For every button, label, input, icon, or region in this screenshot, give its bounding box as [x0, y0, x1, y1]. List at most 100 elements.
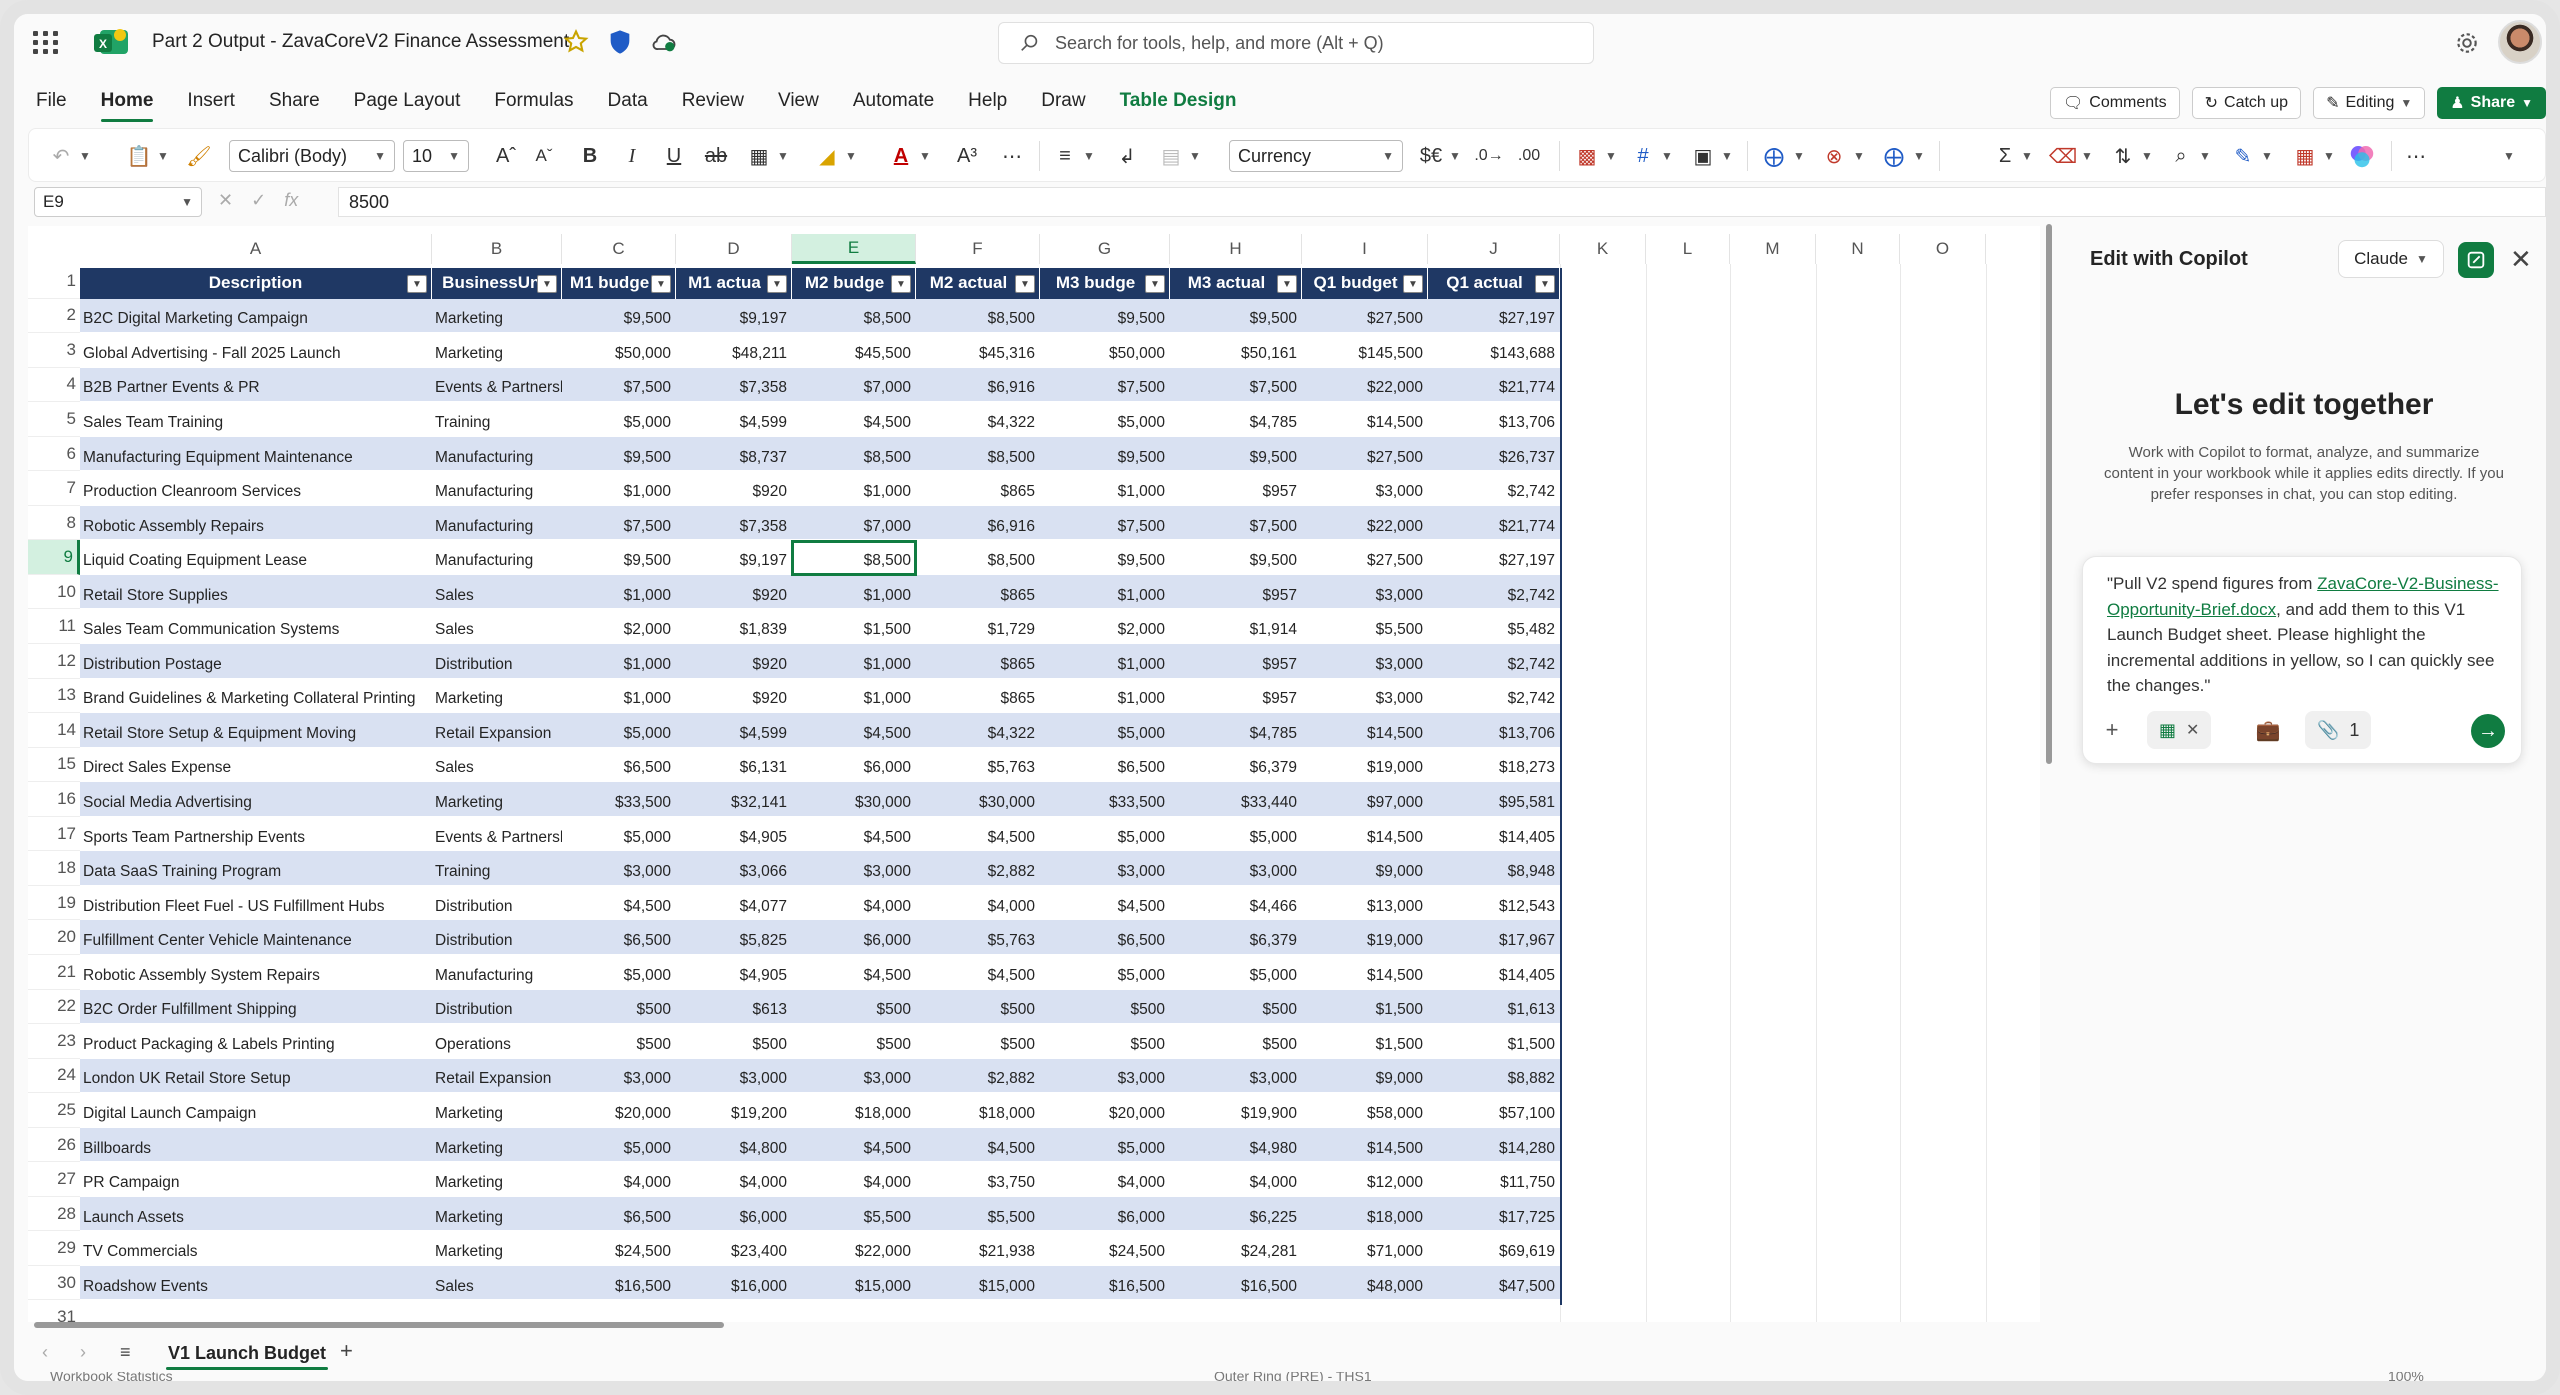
- table-cell[interactable]: $7,500: [562, 376, 676, 403]
- table-cell[interactable]: $27,197: [1428, 307, 1560, 334]
- row-header-4[interactable]: 4: [28, 368, 80, 403]
- settings-gear-icon[interactable]: [2454, 30, 2480, 56]
- table-cell[interactable]: $33,500: [562, 790, 676, 817]
- table-cell[interactable]: $4,905: [676, 825, 792, 852]
- table-cell[interactable]: Marketing: [432, 790, 562, 817]
- table-cell[interactable]: $16,000: [676, 1274, 792, 1301]
- table-cell[interactable]: $1,000: [562, 652, 676, 679]
- tab-automate[interactable]: Automate: [853, 90, 934, 120]
- chevron-down-icon[interactable]: ▼: [2079, 140, 2095, 172]
- table-cell[interactable]: $71,000: [1302, 1239, 1428, 1266]
- table-cell[interactable]: $4,599: [676, 721, 792, 748]
- autosum-icon[interactable]: Σ: [1991, 140, 2019, 172]
- table-cell[interactable]: $7,500: [1040, 376, 1170, 403]
- table-cell[interactable]: B2B Partner Events & PR: [80, 376, 432, 403]
- table-cell[interactable]: $95,581: [1428, 790, 1560, 817]
- table-cell[interactable]: $32,141: [676, 790, 792, 817]
- chevron-down-icon[interactable]: ▼: [2321, 140, 2337, 172]
- table-cell[interactable]: $8,500: [792, 307, 916, 334]
- filter-dropdown-icon[interactable]: ▼: [1145, 275, 1165, 293]
- tab-insert[interactable]: Insert: [187, 90, 235, 120]
- table-cell[interactable]: $7,500: [1170, 514, 1302, 541]
- table-cell[interactable]: Manufacturing: [432, 445, 562, 472]
- wrap-text-icon[interactable]: ↲: [1113, 140, 1141, 172]
- sensitivity-shield-icon[interactable]: [606, 28, 634, 56]
- table-cell[interactable]: $27,197: [1428, 548, 1560, 575]
- row-header-30[interactable]: 30: [28, 1266, 80, 1301]
- table-cell[interactable]: $4,000: [1040, 1170, 1170, 1197]
- row-header-17[interactable]: 17: [28, 817, 80, 852]
- tab-page-layout[interactable]: Page Layout: [354, 90, 461, 120]
- table-cell[interactable]: $5,000: [562, 963, 676, 990]
- table-cell[interactable]: Marketing: [432, 687, 562, 714]
- table-cell[interactable]: $1,500: [1302, 1032, 1428, 1059]
- name-box[interactable]: E9 ▼: [34, 187, 202, 217]
- table-cell[interactable]: $5,000: [1170, 825, 1302, 852]
- attachments-chip[interactable]: 📎 1: [2305, 711, 2372, 749]
- table-cell[interactable]: $20,000: [1040, 1101, 1170, 1128]
- filter-dropdown-icon[interactable]: ▼: [767, 275, 787, 293]
- table-cell[interactable]: $613: [676, 998, 792, 1025]
- table-cell[interactable]: $6,500: [1040, 928, 1170, 955]
- table-cell[interactable]: $1,613: [1428, 998, 1560, 1025]
- row-header-9[interactable]: 9: [28, 540, 80, 575]
- table-cell[interactable]: Retail Store Supplies: [80, 583, 432, 610]
- table-cell[interactable]: $27,500: [1302, 445, 1428, 472]
- table-cell[interactable]: $6,000: [792, 928, 916, 955]
- table-cell[interactable]: Roadshow Events: [80, 1274, 432, 1301]
- table-cell[interactable]: $50,161: [1170, 341, 1302, 368]
- vertical-scrollbar[interactable]: [2044, 224, 2054, 1324]
- remove-context-icon[interactable]: ✕: [2186, 720, 2199, 740]
- table-cell[interactable]: $17,967: [1428, 928, 1560, 955]
- row-header-16[interactable]: 16: [28, 782, 80, 817]
- more-options-icon[interactable]: ⋯: [2401, 140, 2431, 172]
- increase-font-icon[interactable]: Aˆ: [491, 140, 521, 172]
- table-cell[interactable]: $5,000: [1170, 963, 1302, 990]
- table-cell[interactable]: $5,825: [676, 928, 792, 955]
- merge-cells-icon[interactable]: ▤: [1157, 140, 1185, 172]
- table-cell[interactable]: $9,500: [562, 548, 676, 575]
- table-cell[interactable]: $500: [792, 1032, 916, 1059]
- share-button[interactable]: ♟ Share ▼: [2437, 87, 2546, 119]
- table-cell[interactable]: $1,500: [1302, 998, 1428, 1025]
- column-header-m[interactable]: M: [1730, 234, 1816, 264]
- table-cell[interactable]: $18,000: [1302, 1205, 1428, 1232]
- font-size-select[interactable]: 10 ▼: [403, 140, 469, 172]
- table-cell[interactable]: Sales: [432, 583, 562, 610]
- table-cell[interactable]: $1,000: [1040, 652, 1170, 679]
- table-cell[interactable]: $23,400: [676, 1239, 792, 1266]
- table-cell[interactable]: $19,200: [676, 1101, 792, 1128]
- table-cell[interactable]: Launch Assets: [80, 1205, 432, 1232]
- column-header-b[interactable]: B: [432, 234, 562, 264]
- bold-icon[interactable]: B: [577, 140, 603, 172]
- row-header-13[interactable]: 13: [28, 679, 80, 714]
- table-cell[interactable]: $16,500: [1170, 1274, 1302, 1301]
- table-cell[interactable]: $4,466: [1170, 894, 1302, 921]
- table-cell[interactable]: Manufacturing: [432, 963, 562, 990]
- table-cell[interactable]: $4,785: [1170, 721, 1302, 748]
- table-cell[interactable]: $6,500: [1040, 756, 1170, 783]
- increase-decimal-icon[interactable]: .0→: [1474, 140, 1503, 172]
- prompt-text[interactable]: "Pull V2 spend figures from ZavaCore-V2-…: [2107, 571, 2511, 699]
- table-cell[interactable]: $9,500: [1170, 445, 1302, 472]
- table-cell[interactable]: $22,000: [792, 1239, 916, 1266]
- underline-icon[interactable]: U: [661, 140, 687, 172]
- tab-help[interactable]: Help: [968, 90, 1007, 120]
- user-avatar[interactable]: [2498, 20, 2542, 64]
- workbook-context-chip[interactable]: ▦ ✕: [2147, 711, 2212, 749]
- tab-review[interactable]: Review: [682, 90, 744, 120]
- column-header-c[interactable]: C: [562, 234, 676, 264]
- filter-dropdown-icon[interactable]: ▼: [537, 275, 557, 293]
- row-header-1[interactable]: 1: [28, 264, 80, 299]
- table-cell[interactable]: TV Commercials: [80, 1239, 432, 1266]
- row-header-28[interactable]: 28: [28, 1197, 80, 1232]
- table-cell[interactable]: Product Packaging & Labels Printing: [80, 1032, 432, 1059]
- row-header-10[interactable]: 10: [28, 575, 80, 610]
- table-cell[interactable]: $6,500: [562, 928, 676, 955]
- table-cell[interactable]: $3,000: [1302, 583, 1428, 610]
- table-cell[interactable]: $3,000: [792, 859, 916, 886]
- row-header-15[interactable]: 15: [28, 748, 80, 783]
- favorite-star-icon[interactable]: [562, 28, 590, 56]
- table-cell[interactable]: $2,882: [916, 859, 1040, 886]
- row-header-29[interactable]: 29: [28, 1231, 80, 1266]
